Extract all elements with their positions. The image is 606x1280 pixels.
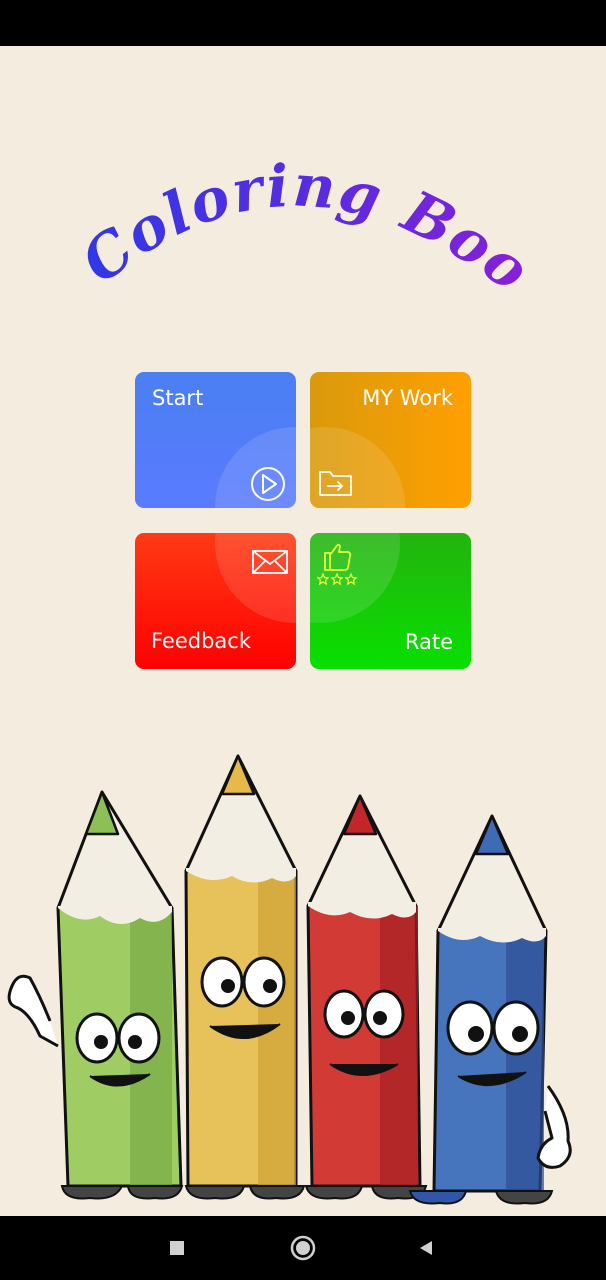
status-bar — [0, 0, 606, 46]
main-screen: Coloring Book Start MY Work Feedback — [0, 46, 606, 1216]
thumbs-up-stars-icon — [316, 543, 358, 585]
play-icon — [251, 467, 285, 501]
feedback-button[interactable]: Feedback — [135, 533, 296, 669]
start-button[interactable]: Start — [135, 372, 296, 508]
yellow-pencil — [184, 754, 306, 1200]
recent-apps-button[interactable] — [137, 1216, 217, 1280]
rate-button[interactable]: Rate — [310, 533, 471, 669]
pencil-characters-illustration — [7, 754, 572, 1205]
app-title: Coloring Book — [80, 146, 530, 306]
rate-label: Rate — [404, 630, 453, 654]
green-pencil — [7, 790, 184, 1200]
folder-icon — [319, 471, 352, 496]
home-button[interactable] — [263, 1216, 343, 1280]
app-title-text: Coloring Book — [80, 146, 530, 306]
home-icon — [290, 1235, 316, 1261]
start-label: Start — [152, 386, 204, 410]
red-pencil — [304, 794, 428, 1200]
svg-text:Coloring Book: Coloring Book — [80, 146, 530, 306]
tile-glow — [215, 533, 296, 623]
mail-icon — [252, 550, 288, 574]
my-work-button[interactable]: MY Work — [310, 372, 471, 508]
recent-apps-icon — [170, 1241, 184, 1255]
my-work-label: MY Work — [362, 386, 453, 410]
blue-pencil — [408, 814, 572, 1205]
back-button[interactable] — [386, 1216, 466, 1280]
navigation-bar — [0, 1216, 606, 1280]
feedback-label: Feedback — [151, 629, 252, 653]
back-icon — [420, 1241, 432, 1255]
